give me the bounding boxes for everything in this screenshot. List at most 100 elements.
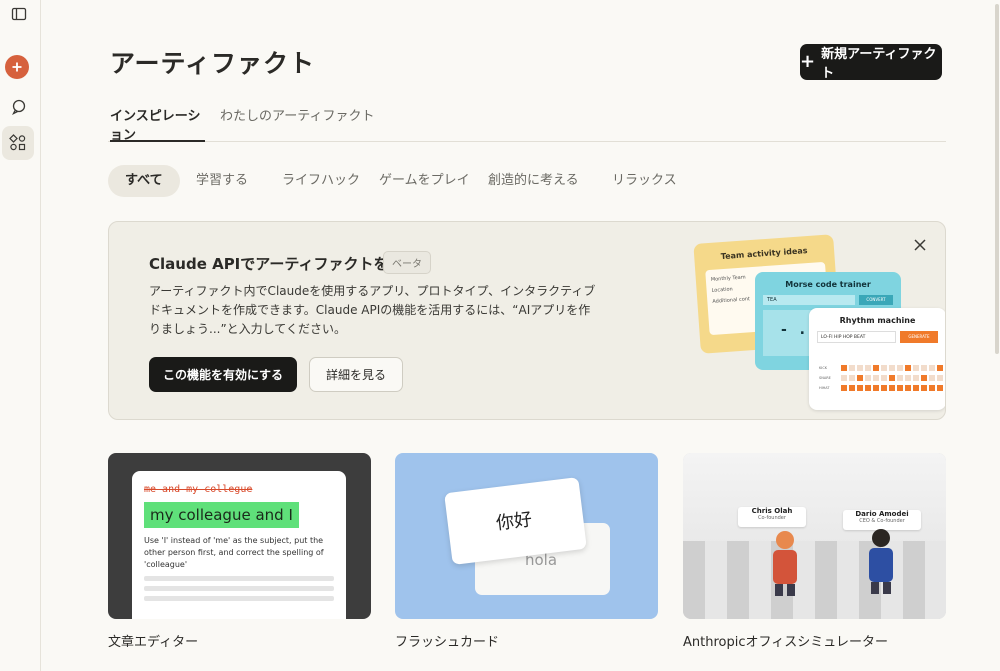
rhythm-step (937, 365, 943, 371)
rhythm-step (881, 375, 887, 381)
rhythm-step (905, 365, 911, 371)
rhythm-step (889, 375, 895, 381)
strikethrough-text: me and my collegue (144, 484, 253, 495)
rhythm-step (849, 385, 855, 391)
name-sign: Dario Amodei CEO & Co-founder (843, 510, 921, 530)
rhythm-step (865, 385, 871, 391)
filter-play-game[interactable]: ゲームをプレイ (379, 165, 470, 197)
rhythm-step (897, 375, 903, 381)
rhythm-step (889, 385, 895, 391)
placeholder-line (144, 586, 334, 591)
beta-badge: ベータ (383, 251, 431, 274)
enable-feature-button[interactable]: この機能を有効にする (149, 357, 297, 392)
person-role: Co-founder (758, 515, 786, 521)
person-name: Chris Olah (751, 507, 793, 515)
rhythm-step (945, 375, 946, 381)
gallery-label-office-simulator[interactable]: Anthropicオフィスシミュレーター (683, 631, 888, 650)
new-artifact-label: 新規アーティファクト (821, 47, 937, 81)
person-name: Dario Amodei (855, 510, 909, 518)
chats-icon[interactable] (5, 93, 33, 121)
tab-inspiration[interactable]: インスピレーション (110, 105, 205, 143)
gallery-label-flashcards[interactable]: フラッシュカード (395, 631, 499, 650)
rhythm-step (905, 375, 911, 381)
rhythm-step (921, 375, 927, 381)
rhythm-step (865, 365, 871, 371)
rhythm-step (913, 365, 919, 371)
rhythm-track-label: SNARE (819, 376, 831, 380)
filter-all[interactable]: すべて (108, 165, 180, 197)
banner-title: Claude APIでアーティファクトを強化 (149, 255, 419, 273)
rhythm-step (897, 365, 903, 371)
page-title: アーティファクト (110, 49, 316, 78)
rhythm-step (921, 385, 927, 391)
morse-title: Morse code trainer (785, 280, 871, 289)
filter-learn[interactable]: 学習する (196, 165, 248, 197)
rhythm-step (921, 365, 927, 371)
filter-life-hack[interactable]: ライフハック (282, 165, 360, 197)
rhythm-step (905, 385, 911, 391)
filter-think-creatively[interactable]: 創造的に考える (488, 165, 579, 197)
banner-description: アーティファクト内でClaudeを使用するアプリ、プロトタイプ、インタラクティブ… (149, 284, 596, 336)
rhythm-track: HIHAT (819, 383, 946, 393)
avatar-character (869, 529, 893, 594)
placeholder-line (144, 596, 334, 601)
new-artifact-button[interactable]: + 新規アーティファクト (800, 44, 942, 81)
rhythm-machine-card: Rhythm machine LO-FI HIP HOP BEAT GENERA… (809, 308, 946, 410)
flashcard-front-text: 你好 (494, 509, 534, 535)
plus-icon: + (800, 51, 816, 72)
name-sign: Chris Olah Co-founder (738, 507, 806, 527)
rhythm-title: Rhythm machine (839, 316, 916, 325)
person-role: CEO & Co-founder (859, 518, 905, 524)
gallery-label-text-editor[interactable]: 文章エディター (108, 631, 198, 650)
rhythm-step (913, 385, 919, 391)
rhythm-track: SNARE (819, 373, 946, 383)
rhythm-step (873, 385, 879, 391)
rhythm-step (881, 365, 887, 371)
rhythm-step (897, 385, 903, 391)
rhythm-step (841, 375, 847, 381)
rhythm-track-label: HIHAT (819, 386, 830, 390)
rhythm-track-label: KICK (819, 366, 828, 370)
rhythm-grid: KICK SNARE HIHAT (819, 363, 946, 393)
gallery-card-text-editor[interactable]: me and my collegue my colleague and I Us… (108, 453, 371, 619)
gallery-card-flashcards[interactable]: hola 你好 (395, 453, 658, 619)
rhythm-step (945, 365, 946, 371)
rhythm-generate-button: GENERATE (900, 331, 938, 343)
rhythm-step (929, 375, 935, 381)
scrollbar[interactable] (994, 0, 1000, 671)
sidebar-toggle-icon[interactable] (5, 0, 33, 28)
team-activity-title: Team activity ideas (720, 246, 808, 262)
corrected-text: my colleague and I (144, 502, 299, 528)
rhythm-step (945, 385, 946, 391)
rhythm-step (841, 385, 847, 391)
learn-more-button[interactable]: 詳細を見る (309, 357, 403, 392)
gallery-card-office-simulator[interactable]: Chris Olah Co-founder Dario Amodei CEO &… (683, 453, 946, 619)
office-floor (683, 541, 946, 619)
rhythm-step (849, 375, 855, 381)
claude-api-banner: Claude APIでアーティファクトを強化 ベータ アーティファクト内でCla… (108, 221, 946, 420)
rhythm-step (937, 385, 943, 391)
rhythm-step (913, 375, 919, 381)
rhythm-step (881, 385, 887, 391)
tab-bar: インスピレーション わたしのアーティファクト (108, 100, 946, 143)
rhythm-input: LO-FI HIP HOP BEAT (817, 331, 896, 343)
rhythm-step (857, 365, 863, 371)
rhythm-step (889, 365, 895, 371)
filter-relax[interactable]: リラックス (612, 165, 677, 197)
close-icon[interactable] (911, 236, 929, 254)
correction-note: Use 'I' instead of 'me' as the subject, … (144, 536, 324, 569)
new-chat-button[interactable] (5, 55, 29, 79)
rhythm-step (929, 365, 935, 371)
rhythm-track: KICK (819, 363, 946, 373)
avatar-character (773, 531, 797, 596)
artifacts-icon[interactable] (2, 126, 34, 160)
scrollbar-thumb[interactable] (995, 4, 999, 354)
rhythm-step (857, 375, 863, 381)
left-rail (0, 0, 41, 671)
rhythm-step (873, 365, 879, 371)
rhythm-step (929, 385, 935, 391)
tab-my-artifacts[interactable]: わたしのアーティファクト (220, 105, 374, 142)
rhythm-step (857, 385, 863, 391)
rhythm-step (937, 375, 943, 381)
rhythm-step (873, 375, 879, 381)
